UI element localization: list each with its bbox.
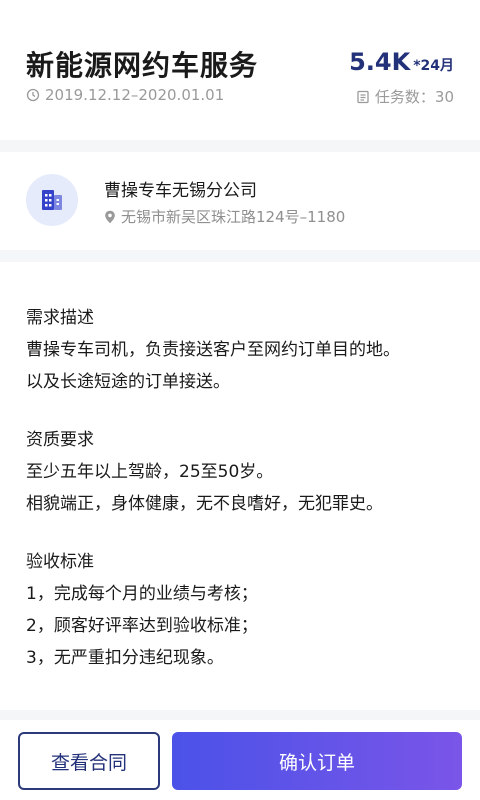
company-name: 曹操专车无锡分公司 bbox=[104, 181, 257, 201]
section-requirements: 需求描述 曹操专车司机，负责接送客户至网约订单目的地。 以及长途短途的订单接送。 bbox=[26, 302, 456, 398]
section-line: 曹操专车司机，负责接送客户至网约订单目的地。 bbox=[26, 340, 400, 360]
building-icon bbox=[26, 174, 78, 226]
confirm-order-button[interactable]: 确认订单 bbox=[172, 732, 462, 790]
price: 5.4K *24月 bbox=[349, 48, 454, 76]
section-line: 1，完成每个月的业绩与考核； bbox=[26, 584, 258, 604]
view-contract-button[interactable]: 查看合同 bbox=[18, 732, 160, 790]
clock-icon bbox=[26, 88, 40, 102]
date-range-text: 2019.12.12–2020.01.01 bbox=[45, 86, 225, 104]
section-title: 验收标准 bbox=[26, 552, 94, 572]
location-pin-icon bbox=[105, 210, 115, 223]
section-qualifications: 资质要求 至少五年以上驾龄，25至50岁。 相貌端正，身体健康，无不良嗜好，无犯… bbox=[26, 424, 456, 520]
section-acceptance: 验收标准 1，完成每个月的业绩与考核； 2，顾客好评率达到验收标准； 3，无严重… bbox=[26, 546, 456, 674]
price-amount: 5.4K bbox=[349, 48, 411, 76]
section-line: 3，无严重扣分违纪现象。 bbox=[26, 648, 224, 668]
company-address: 无锡市新吴区珠江路124号–1180 bbox=[104, 206, 345, 227]
section-title: 资质要求 bbox=[26, 430, 94, 450]
section-line: 相貌端正，身体健康，无不良嗜好，无犯罪史。 bbox=[26, 494, 383, 514]
company-card[interactable]: 曹操专车无锡分公司 无锡市新吴区珠江路124号–1180 bbox=[0, 152, 480, 250]
job-title: 新能源网约车服务 bbox=[26, 49, 259, 82]
section-line: 至少五年以上驾龄，25至50岁。 bbox=[26, 462, 274, 482]
task-count-text: 任务数：30 bbox=[374, 88, 454, 106]
bottom-action-bar: 查看合同 确认订单 bbox=[0, 720, 480, 800]
document-icon bbox=[357, 90, 369, 103]
section-title: 需求描述 bbox=[26, 308, 94, 328]
company-address-text: 无锡市新吴区珠江路124号–1180 bbox=[121, 208, 346, 226]
price-unit: *24月 bbox=[413, 58, 454, 74]
section-line: 2，顾客好评率达到验收标准； bbox=[26, 616, 258, 636]
job-description-card: 需求描述 曹操专车司机，负责接送客户至网约订单目的地。 以及长途短途的订单接送。… bbox=[0, 262, 480, 710]
date-range: 2019.12.12–2020.01.01 bbox=[26, 86, 224, 104]
job-header-card: 新能源网约车服务 5.4K *24月 2019.12.12–2020.01.01… bbox=[0, 0, 480, 140]
task-count: 任务数：30 bbox=[356, 86, 454, 107]
section-line: 以及长途短途的订单接送。 bbox=[26, 372, 230, 392]
